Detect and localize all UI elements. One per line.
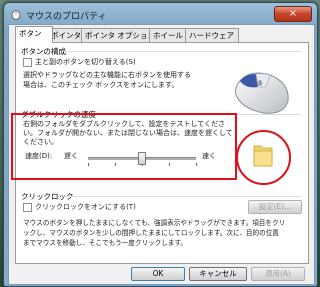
click-lock-description: ックし、マウスのボタンを少しの間押したままにしてロックします。次に、目的の位置 [23, 229, 279, 237]
window-title: マウスのプロパティ [26, 12, 107, 22]
ok-button[interactable]: OK [131, 267, 185, 281]
highlight-rectangle [11, 113, 237, 180]
divider [64, 51, 300, 52]
title-bar[interactable]: マウスのプロパティ × [8, 6, 312, 22]
apply-button[interactable]: 適用(A) [251, 267, 305, 281]
mouse-illustration-icon [235, 72, 289, 114]
divider [64, 196, 300, 197]
button-config-heading: ボタンの構成 [21, 47, 66, 56]
highlight-circle [236, 130, 291, 185]
cancel-button[interactable]: キャンセル [189, 267, 247, 281]
click-lock-description: までマウスを移動し、そこでもう一度クリックします。 [23, 239, 187, 247]
click-lock-description: マウスのボタンを押したままにしなくても、強調表示やドラッグができます。項目をクリ [23, 219, 286, 227]
click-lock-label[interactable]: クリックロックをオンにする(T) [35, 203, 136, 212]
click-lock-settings-button[interactable]: 設定(E)... [248, 200, 302, 214]
close-button[interactable]: × [274, 6, 312, 22]
button-config-description: 場合は、このチェック ボックスをオンにします。 [23, 81, 179, 89]
tab-pointer-options[interactable]: ポインタ オプション [81, 28, 155, 42]
tab-buttons[interactable]: ボタン [15, 26, 53, 43]
swap-buttons-label[interactable]: 主と副のボタンを切り替える(S) [35, 58, 136, 67]
button-config-description: 選択やドラッグなどの主な機能に右ボタンを使用する [23, 71, 191, 79]
swap-buttons-checkbox[interactable] [23, 58, 32, 67]
tab-hardware[interactable]: ハードウェア [185, 28, 239, 42]
click-lock-checkbox[interactable] [23, 203, 32, 212]
mouse-app-icon [11, 10, 21, 20]
